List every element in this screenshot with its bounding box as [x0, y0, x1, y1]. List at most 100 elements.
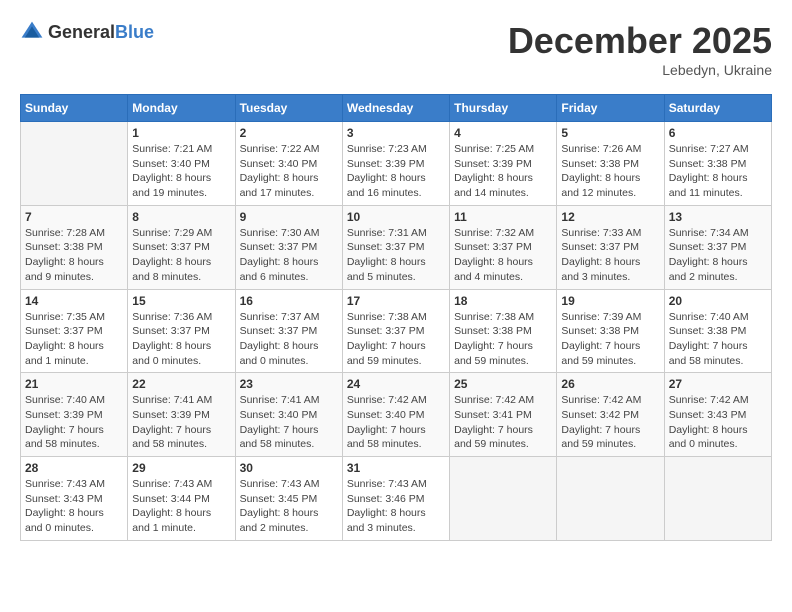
day-info: Sunrise: 7:27 AMSunset: 3:38 PMDaylight:… — [669, 142, 767, 201]
day-info: Sunrise: 7:31 AMSunset: 3:37 PMDaylight:… — [347, 226, 445, 285]
day-info: Sunrise: 7:33 AMSunset: 3:37 PMDaylight:… — [561, 226, 659, 285]
day-number: 1 — [132, 126, 230, 140]
day-info: Sunrise: 7:43 AMSunset: 3:46 PMDaylight:… — [347, 477, 445, 536]
calendar-week-row: 14 Sunrise: 7:35 AMSunset: 3:37 PMDayligh… — [21, 289, 772, 373]
day-info: Sunrise: 7:35 AMSunset: 3:37 PMDaylight:… — [25, 310, 123, 369]
day-number: 23 — [240, 377, 338, 391]
calendar-cell: 8 Sunrise: 7:29 AMSunset: 3:37 PMDaylight… — [128, 205, 235, 289]
day-number: 5 — [561, 126, 659, 140]
calendar-cell: 21Sunrise: 7:40 AMSunset: 3:39 PMDayligh… — [21, 373, 128, 457]
day-info: Sunrise: 7:41 AMSunset: 3:40 PMDaylight:… — [240, 393, 338, 452]
calendar-cell: 27 Sunrise: 7:42 AMSunset: 3:43 PMDayligh… — [664, 373, 771, 457]
logo-icon — [20, 20, 44, 44]
calendar-cell: 30Sunrise: 7:43 AMSunset: 3:45 PMDayligh… — [235, 457, 342, 541]
column-header-monday: Monday — [128, 95, 235, 122]
day-number: 3 — [347, 126, 445, 140]
logo: GeneralBlue — [20, 20, 154, 44]
day-info: Sunrise: 7:42 AMSunset: 3:41 PMDaylight:… — [454, 393, 552, 452]
day-info: Sunrise: 7:40 AMSunset: 3:38 PMDaylight:… — [669, 310, 767, 369]
day-number: 9 — [240, 210, 338, 224]
calendar-cell: 4 Sunrise: 7:25 AMSunset: 3:39 PMDaylight… — [450, 122, 557, 206]
calendar-cell: 31 Sunrise: 7:43 AMSunset: 3:46 PMDayligh… — [342, 457, 449, 541]
day-info: Sunrise: 7:32 AMSunset: 3:37 PMDaylight:… — [454, 226, 552, 285]
calendar-cell: 17Sunrise: 7:38 AMSunset: 3:37 PMDayligh… — [342, 289, 449, 373]
calendar-table: SundayMondayTuesdayWednesdayThursdayFrid… — [20, 94, 772, 541]
calendar-cell: 16 Sunrise: 7:37 AMSunset: 3:37 PMDayligh… — [235, 289, 342, 373]
day-number: 28 — [25, 461, 123, 475]
day-number: 12 — [561, 210, 659, 224]
calendar-week-row: 28 Sunrise: 7:43 AMSunset: 3:43 PMDayligh… — [21, 457, 772, 541]
day-number: 7 — [25, 210, 123, 224]
calendar-cell — [557, 457, 664, 541]
calendar-cell: 2 Sunrise: 7:22 AMSunset: 3:40 PMDaylight… — [235, 122, 342, 206]
calendar-week-row: 1Sunrise: 7:21 AMSunset: 3:40 PMDaylight… — [21, 122, 772, 206]
day-info: Sunrise: 7:22 AMSunset: 3:40 PMDaylight:… — [240, 142, 338, 201]
calendar-cell: 15 Sunrise: 7:36 AMSunset: 3:37 PMDayligh… — [128, 289, 235, 373]
day-number: 24 — [347, 377, 445, 391]
day-info: Sunrise: 7:28 AMSunset: 3:38 PMDaylight:… — [25, 226, 123, 285]
day-info: Sunrise: 7:25 AMSunset: 3:39 PMDaylight:… — [454, 142, 552, 201]
calendar-cell: 13Sunrise: 7:34 AMSunset: 3:37 PMDayligh… — [664, 205, 771, 289]
calendar-cell — [664, 457, 771, 541]
day-number: 10 — [347, 210, 445, 224]
calendar-cell: 28 Sunrise: 7:43 AMSunset: 3:43 PMDayligh… — [21, 457, 128, 541]
location-subtitle: Lebedyn, Ukraine — [508, 62, 772, 78]
calendar-cell: 1Sunrise: 7:21 AMSunset: 3:40 PMDaylight… — [128, 122, 235, 206]
day-info: Sunrise: 7:38 AMSunset: 3:38 PMDaylight:… — [454, 310, 552, 369]
day-number: 11 — [454, 210, 552, 224]
day-info: Sunrise: 7:37 AMSunset: 3:37 PMDaylight:… — [240, 310, 338, 369]
day-number: 26 — [561, 377, 659, 391]
calendar-cell: 29Sunrise: 7:43 AMSunset: 3:44 PMDayligh… — [128, 457, 235, 541]
column-header-tuesday: Tuesday — [235, 95, 342, 122]
calendar-cell — [450, 457, 557, 541]
calendar-cell: 11 Sunrise: 7:32 AMSunset: 3:37 PMDayligh… — [450, 205, 557, 289]
calendar-cell: 24Sunrise: 7:42 AMSunset: 3:40 PMDayligh… — [342, 373, 449, 457]
column-header-thursday: Thursday — [450, 95, 557, 122]
title-section: December 2025 Lebedyn, Ukraine — [508, 20, 772, 78]
day-number: 16 — [240, 294, 338, 308]
calendar-cell: 5 Sunrise: 7:26 AMSunset: 3:38 PMDaylight… — [557, 122, 664, 206]
day-info: Sunrise: 7:29 AMSunset: 3:37 PMDaylight:… — [132, 226, 230, 285]
day-info: Sunrise: 7:43 AMSunset: 3:43 PMDaylight:… — [25, 477, 123, 536]
day-info: Sunrise: 7:42 AMSunset: 3:42 PMDaylight:… — [561, 393, 659, 452]
calendar-cell: 12 Sunrise: 7:33 AMSunset: 3:37 PMDayligh… — [557, 205, 664, 289]
day-number: 20 — [669, 294, 767, 308]
day-number: 17 — [347, 294, 445, 308]
day-number: 27 — [669, 377, 767, 391]
calendar-cell: 23 Sunrise: 7:41 AMSunset: 3:40 PMDayligh… — [235, 373, 342, 457]
day-info: Sunrise: 7:42 AMSunset: 3:43 PMDaylight:… — [669, 393, 767, 452]
calendar-cell: 14 Sunrise: 7:35 AMSunset: 3:37 PMDayligh… — [21, 289, 128, 373]
day-number: 15 — [132, 294, 230, 308]
calendar-cell: 9 Sunrise: 7:30 AMSunset: 3:37 PMDaylight… — [235, 205, 342, 289]
day-number: 8 — [132, 210, 230, 224]
day-number: 21 — [25, 377, 123, 391]
day-number: 6 — [669, 126, 767, 140]
day-info: Sunrise: 7:43 AMSunset: 3:45 PMDaylight:… — [240, 477, 338, 536]
calendar-header-row: SundayMondayTuesdayWednesdayThursdayFrid… — [21, 95, 772, 122]
calendar-cell: 10 Sunrise: 7:31 AMSunset: 3:37 PMDayligh… — [342, 205, 449, 289]
day-number: 25 — [454, 377, 552, 391]
calendar-cell — [21, 122, 128, 206]
calendar-cell: 22Sunrise: 7:41 AMSunset: 3:39 PMDayligh… — [128, 373, 235, 457]
day-info: Sunrise: 7:26 AMSunset: 3:38 PMDaylight:… — [561, 142, 659, 201]
month-title: December 2025 — [508, 20, 772, 62]
day-number: 18 — [454, 294, 552, 308]
day-info: Sunrise: 7:30 AMSunset: 3:37 PMDaylight:… — [240, 226, 338, 285]
column-header-friday: Friday — [557, 95, 664, 122]
day-number: 4 — [454, 126, 552, 140]
day-number: 19 — [561, 294, 659, 308]
logo-text: GeneralBlue — [48, 22, 154, 43]
day-info: Sunrise: 7:23 AMSunset: 3:39 PMDaylight:… — [347, 142, 445, 201]
day-number: 14 — [25, 294, 123, 308]
calendar-cell: 18 Sunrise: 7:38 AMSunset: 3:38 PMDayligh… — [450, 289, 557, 373]
column-header-wednesday: Wednesday — [342, 95, 449, 122]
calendar-cell: 3 Sunrise: 7:23 AMSunset: 3:39 PMDaylight… — [342, 122, 449, 206]
day-info: Sunrise: 7:36 AMSunset: 3:37 PMDaylight:… — [132, 310, 230, 369]
calendar-cell: 20 Sunrise: 7:40 AMSunset: 3:38 PMDayligh… — [664, 289, 771, 373]
calendar-cell: 7 Sunrise: 7:28 AMSunset: 3:38 PMDaylight… — [21, 205, 128, 289]
column-header-sunday: Sunday — [21, 95, 128, 122]
day-number: 2 — [240, 126, 338, 140]
day-number: 31 — [347, 461, 445, 475]
day-number: 22 — [132, 377, 230, 391]
calendar-week-row: 7 Sunrise: 7:28 AMSunset: 3:38 PMDaylight… — [21, 205, 772, 289]
